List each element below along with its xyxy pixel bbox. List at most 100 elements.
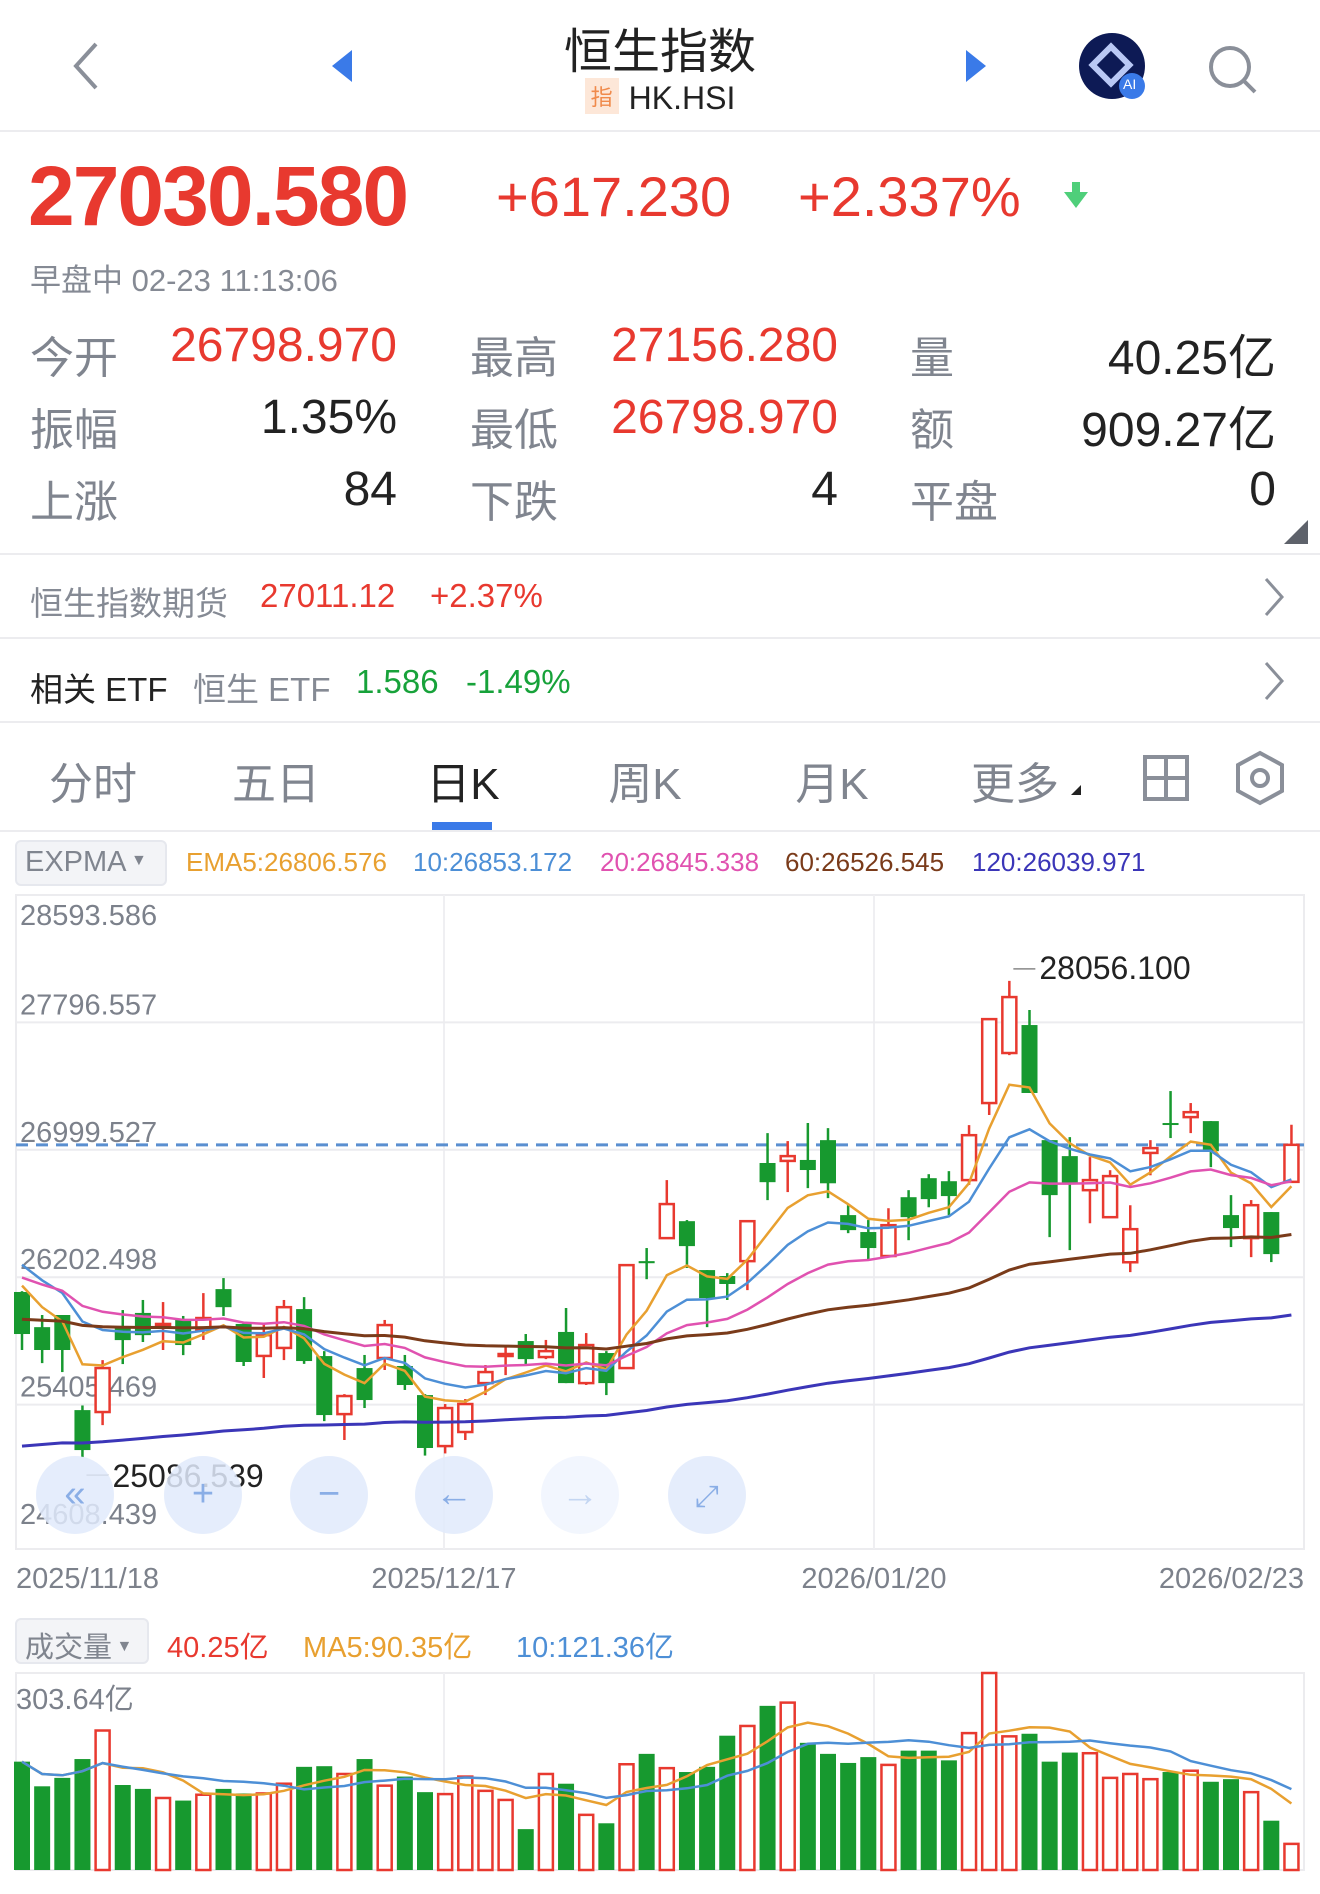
futures-row[interactable]: 恒生指数期货 27011.12 +2.37% bbox=[0, 555, 1320, 637]
market-status-time: 早盘中 02-23 11:13:06 bbox=[30, 263, 338, 298]
candle-down bbox=[638, 1261, 655, 1264]
volume-bar-up bbox=[1122, 1772, 1139, 1872]
volume-bar-up bbox=[980, 1671, 998, 1872]
scroll-right-button[interactable]: → bbox=[541, 1456, 619, 1534]
scroll-left-button[interactable]: ← bbox=[415, 1456, 493, 1534]
candle-up bbox=[779, 1154, 796, 1163]
current-price: 27030.580 bbox=[28, 149, 409, 243]
stat-value: 909.27亿 bbox=[1081, 404, 1276, 457]
y-axis-label: 27796.557 bbox=[20, 989, 157, 1021]
candle-down bbox=[1162, 1123, 1179, 1126]
dropdown-caret-icon: ▼ bbox=[126, 852, 147, 869]
volume-bar-up bbox=[880, 1763, 897, 1872]
candle-up bbox=[1283, 1143, 1300, 1184]
volume-bar-down bbox=[1061, 1752, 1078, 1870]
volume-ma10-line bbox=[21, 1738, 1292, 1800]
scroll-to-start-button[interactable]: « bbox=[36, 1456, 114, 1534]
stat-value: 26798.970 bbox=[170, 319, 397, 372]
y-axis-label: 28593.586 bbox=[20, 900, 157, 932]
y-axis-label: 25405.469 bbox=[20, 1372, 157, 1404]
x-axis-label: 2025/11/18 bbox=[16, 1563, 159, 1595]
chart-settings-button[interactable] bbox=[1234, 750, 1286, 811]
stat-label: 今开 bbox=[30, 334, 118, 383]
legend-ema120: 120:26039.971 bbox=[972, 847, 1146, 877]
volume-indicator-label: 成交量 bbox=[25, 1632, 113, 1664]
volume-bar-up bbox=[497, 1798, 514, 1872]
tab-weekly-k[interactable]: 周K bbox=[570, 748, 720, 812]
tab-five-day[interactable]: 五日 bbox=[201, 748, 351, 812]
layout-grid-button[interactable] bbox=[1142, 754, 1190, 807]
divider bbox=[0, 830, 1320, 832]
x-axis-label: 2026/02/23 bbox=[1159, 1563, 1304, 1595]
futures-price: 27011.12 bbox=[260, 577, 396, 614]
ai-assistant-button[interactable]: AI bbox=[1078, 32, 1148, 102]
ema120-line bbox=[21, 1313, 1292, 1448]
ema5-line bbox=[21, 1083, 1293, 1403]
dropdown-caret-icon: ▼ bbox=[112, 1638, 133, 1655]
volume-bar-down bbox=[356, 1759, 373, 1870]
volume-indicator-dropdown[interactable]: 成交量 ▼ bbox=[15, 1618, 149, 1664]
tab-more[interactable]: 更多 bbox=[940, 748, 1090, 812]
stat-value: 27156.280 bbox=[611, 319, 838, 372]
zoom-in-button[interactable]: + bbox=[164, 1456, 242, 1534]
volume-bar-up bbox=[739, 1724, 756, 1872]
zoom-out-button[interactable]: − bbox=[290, 1456, 368, 1534]
candle-down bbox=[114, 1327, 131, 1341]
volume-bar-down bbox=[920, 1750, 937, 1870]
volume-max-label: 303.64亿 bbox=[16, 1683, 134, 1716]
volume-bar-down bbox=[114, 1785, 131, 1870]
candle-up bbox=[1122, 1227, 1139, 1264]
etf-section-label: 相关 ETF bbox=[30, 671, 168, 708]
candle-up bbox=[477, 1370, 494, 1385]
candle-up bbox=[255, 1333, 273, 1358]
expand-icon: ⤢ bbox=[695, 1480, 719, 1513]
candle-down bbox=[860, 1232, 877, 1249]
candle-down bbox=[215, 1289, 232, 1308]
candle-up bbox=[94, 1366, 111, 1414]
search-button[interactable] bbox=[1205, 42, 1261, 103]
chevron-right-icon bbox=[1264, 578, 1285, 616]
y-axis-label: 26202.498 bbox=[20, 1244, 157, 1276]
candle-down bbox=[558, 1331, 575, 1384]
active-tab-indicator bbox=[432, 822, 492, 830]
volume-bar-up bbox=[436, 1792, 454, 1872]
plus-icon: + bbox=[191, 1473, 215, 1515]
volume-bar-down bbox=[1162, 1772, 1179, 1870]
volume-ma5-line bbox=[21, 1721, 1293, 1807]
double-chevron-left-icon: « bbox=[64, 1473, 86, 1515]
volume-chart[interactable]: 303.64亿 bbox=[0, 1665, 1320, 1894]
fullscreen-button[interactable]: ⤢ bbox=[668, 1456, 746, 1534]
volume-bar-up bbox=[1081, 1751, 1099, 1872]
candle-down bbox=[820, 1140, 836, 1184]
candle-up bbox=[658, 1202, 676, 1240]
x-axis-label: 2025/12/17 bbox=[371, 1563, 516, 1595]
candle-up bbox=[1242, 1203, 1260, 1240]
volume-bar-up bbox=[275, 1782, 293, 1872]
candle-down bbox=[1021, 1025, 1038, 1093]
volume-bar-down bbox=[517, 1829, 534, 1870]
arrow-right-icon: → bbox=[561, 1473, 599, 1515]
ai-avatar-icon bbox=[1079, 33, 1145, 99]
minus-icon: − bbox=[317, 1473, 341, 1515]
stat-value: 4 bbox=[811, 463, 838, 516]
tab-monthly-k[interactable]: 月K bbox=[757, 748, 907, 812]
candle-down bbox=[678, 1221, 695, 1247]
next-stock-button[interactable] bbox=[962, 48, 988, 89]
volume-bar-up bbox=[477, 1789, 494, 1872]
volume-bar-down bbox=[1223, 1779, 1239, 1870]
candle-down bbox=[14, 1291, 30, 1335]
candle-up bbox=[1142, 1146, 1159, 1155]
tab-daily-k[interactable]: 日K bbox=[388, 748, 538, 812]
stat-label: 振幅 bbox=[30, 406, 118, 455]
chevron-right-icon bbox=[1264, 662, 1285, 700]
volume-bar-up bbox=[255, 1792, 273, 1872]
volume-bar-down bbox=[74, 1759, 91, 1870]
volume-bar-down bbox=[860, 1757, 877, 1870]
expand-corner-icon[interactable] bbox=[1282, 518, 1310, 551]
candle-up bbox=[376, 1323, 393, 1360]
tab-intraday[interactable]: 分时 bbox=[18, 748, 168, 812]
etf-row[interactable]: 相关 ETF 恒生 ETF 1.586 -1.49% bbox=[0, 639, 1320, 721]
candle-down bbox=[1223, 1215, 1239, 1229]
legend-ema10: 10:26853.172 bbox=[413, 847, 573, 877]
volume-bar-up bbox=[1182, 1769, 1199, 1872]
